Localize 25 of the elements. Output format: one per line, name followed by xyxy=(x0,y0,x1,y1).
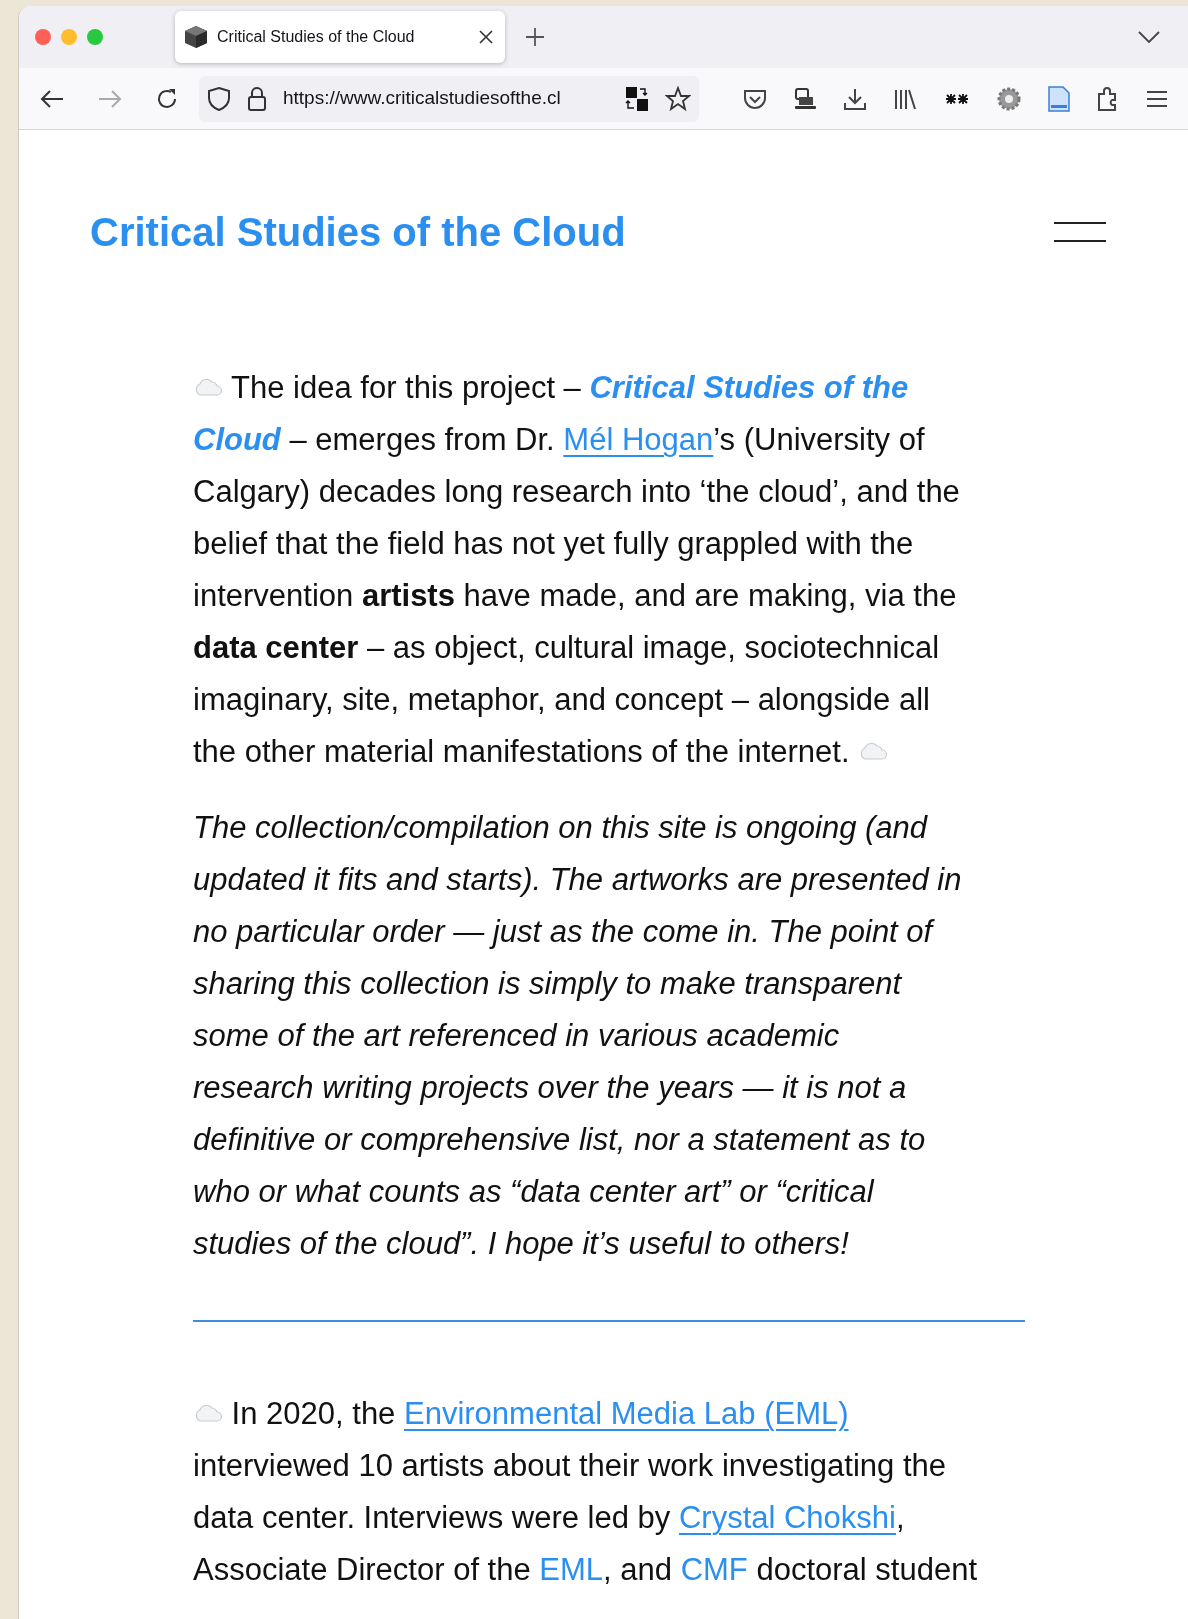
text-link[interactable]: Cloud xyxy=(193,422,281,457)
text-link[interactable]: CMF xyxy=(680,1552,748,1587)
close-window-icon[interactable] xyxy=(35,29,51,45)
cube-icon xyxy=(183,24,209,50)
paragraph: In 2020, the Environmental Media Lab (EML) interviewed 10 artists about their work investigating the data center. Interviews were led by Crystal Chokshi, Associate Director of the EML, and CMF doctoral student xyxy=(193,1395,978,1589)
paragraph: The idea for this project – Critical Studies of the Cloud – emerges from Dr. Mél Hogan’s (University of Calgary) decades long research into ‘the cloud’, and the belief that the field has not yet fully grappled with the intervention artists have made, and are making, via the data center – as object, cultural image, sociotechnical imaginary, site, metaphor, and concept – alongside all the other material manifestations of the internet. xyxy=(193,369,961,771)
site-title[interactable]: Critical Studies of the Cloud xyxy=(90,202,626,262)
cloud-icon xyxy=(193,1404,223,1422)
shield-icon xyxy=(207,85,231,112)
menu-icon[interactable] xyxy=(1054,222,1106,242)
browser-tab[interactable]: Critical Studies of the Cloud xyxy=(175,11,505,63)
cloud-icon xyxy=(858,742,889,760)
cloud-icon xyxy=(193,378,223,396)
star-icon[interactable] xyxy=(665,85,691,112)
address-bar[interactable]: https://www.criticalstudiesofthe.cl xyxy=(199,75,699,122)
text-link[interactable]: Crystal Chokshi xyxy=(678,1500,896,1535)
translate-icon[interactable] xyxy=(625,85,649,112)
text-link[interactable]: Mél Hogan xyxy=(563,422,714,457)
text-link[interactable]: Environmental Media Lab (EML) xyxy=(404,1396,849,1431)
url-text: https://www.criticalstudiesofthe.cl xyxy=(283,86,562,111)
tab-title: Critical Studies of the Cloud xyxy=(217,27,416,47)
paragraph: The collection/compilation on this site is ongoing (and updated it fits and starts). The artworks are presented in no particular order — just as the come in. The point of sharing this collection is simply to make transparent some of the art referenced in various academic research writing projects over the years — it is not a definitive or comprehensive list, nor a statement as to who or what counts as “data center art” or “critical studies of the cloud”. I hope it’s useful to others! xyxy=(193,809,963,1263)
lock-icon xyxy=(247,85,267,112)
text-link[interactable]: Critical Studies of the xyxy=(589,370,909,405)
text-link[interactable]: EML xyxy=(539,1552,604,1587)
